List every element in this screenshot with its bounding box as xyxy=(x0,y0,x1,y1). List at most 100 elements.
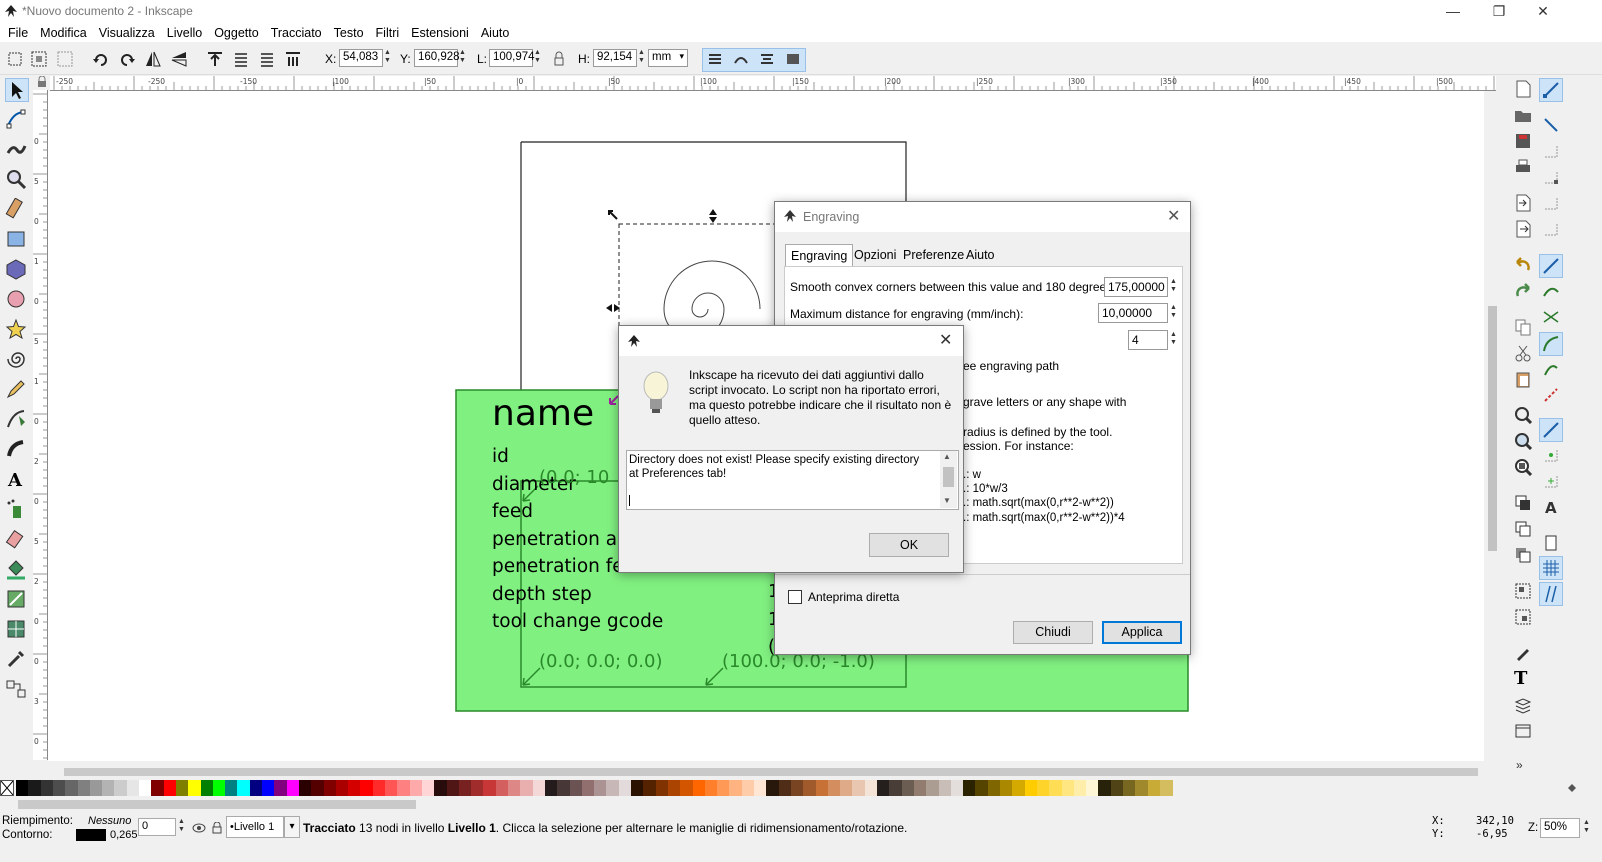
text-font-icon[interactable]: T xyxy=(1514,668,1527,689)
color-swatch[interactable] xyxy=(372,780,386,796)
more-commands-icon[interactable]: » xyxy=(1516,758,1523,772)
paint-bucket-tool[interactable] xyxy=(5,558,27,580)
snap-nodes-toggle[interactable] xyxy=(1539,254,1563,278)
layer-dropdown-chevron-icon[interactable]: ▾ xyxy=(284,816,300,838)
fill-value[interactable]: Nessuno xyxy=(88,815,131,827)
color-swatch[interactable] xyxy=(618,780,632,796)
color-swatch[interactable] xyxy=(1073,780,1087,796)
color-swatch[interactable] xyxy=(889,780,903,796)
color-swatch[interactable] xyxy=(311,780,325,796)
menu-oggetto[interactable]: Oggetto xyxy=(208,24,264,42)
color-swatch[interactable] xyxy=(434,780,448,796)
color-swatch[interactable] xyxy=(1000,780,1013,796)
color-swatch[interactable] xyxy=(754,780,767,796)
calligraphy-tool[interactable] xyxy=(5,438,27,460)
move-gradients-icon[interactable] xyxy=(758,50,776,68)
rotate-ccw-icon[interactable] xyxy=(92,50,110,68)
text-tool[interactable]: A xyxy=(5,468,27,491)
resize-handle-nw[interactable] xyxy=(608,210,618,220)
undo-icon[interactable] xyxy=(1514,256,1532,274)
color-swatch[interactable] xyxy=(495,780,509,796)
color-swatch[interactable] xyxy=(827,780,841,796)
close-button[interactable]: Chiudi xyxy=(1013,621,1093,644)
color-swatch[interactable] xyxy=(335,780,349,796)
menu-tracciato[interactable]: Tracciato xyxy=(265,24,328,42)
pen-tool[interactable] xyxy=(5,408,27,430)
lock-ratio-icon[interactable] xyxy=(550,50,568,68)
palette-menu-icon[interactable] xyxy=(1566,782,1578,794)
new-document-icon[interactable] xyxy=(1514,80,1532,98)
raise-icon[interactable] xyxy=(232,50,250,68)
color-swatch[interactable] xyxy=(1159,780,1173,796)
menu-filtri[interactable]: Filtri xyxy=(370,24,406,42)
layers-icon[interactable] xyxy=(1514,696,1532,714)
scale-corners-icon[interactable] xyxy=(732,50,750,68)
snap-rotation-center-icon[interactable] xyxy=(1542,472,1560,490)
zoom-selection-icon[interactable] xyxy=(1514,406,1532,424)
zoom-spin-arrows[interactable]: ▲ ▼ xyxy=(1582,819,1591,837)
menu-livello[interactable]: Livello xyxy=(161,24,208,42)
opacity-input[interactable]: 0 xyxy=(138,818,176,836)
color-swatch[interactable] xyxy=(950,780,964,796)
x-spin-arrows[interactable]: ▲ ▼ xyxy=(383,49,392,67)
color-swatch[interactable] xyxy=(200,780,214,796)
horizontal-scrollbar[interactable] xyxy=(48,766,1488,778)
color-swatch[interactable] xyxy=(274,780,288,796)
no-paint-swatch-icon[interactable] xyxy=(0,780,14,796)
color-swatch[interactable] xyxy=(385,780,398,796)
copy-icon[interactable] xyxy=(1514,318,1532,336)
color-swatch[interactable] xyxy=(938,780,952,796)
select-all-layers-icon[interactable] xyxy=(30,50,48,68)
color-swatch[interactable] xyxy=(1098,780,1112,796)
width-input[interactable]: 100,974 xyxy=(489,49,535,67)
zoom-page-icon[interactable] xyxy=(1514,458,1532,476)
smooth-corners-input[interactable]: 175,00000 xyxy=(1104,277,1168,297)
color-swatch[interactable] xyxy=(65,780,79,796)
snap-bbox-corner-icon[interactable] xyxy=(1542,168,1560,186)
color-swatch[interactable] xyxy=(877,780,890,796)
select-all-icon[interactable] xyxy=(6,50,24,68)
color-swatch[interactable] xyxy=(163,780,177,796)
color-swatch[interactable] xyxy=(323,780,337,796)
x-input[interactable]: 54,083 xyxy=(339,49,383,67)
color-swatch[interactable] xyxy=(803,780,817,796)
flip-vertical-icon[interactable] xyxy=(170,50,188,68)
color-swatch[interactable] xyxy=(606,780,620,796)
output-scroll-thumb[interactable] xyxy=(943,467,954,487)
gradient-tool[interactable] xyxy=(5,588,27,610)
color-swatch[interactable] xyxy=(729,780,743,796)
print-icon[interactable] xyxy=(1514,158,1532,176)
color-swatch[interactable] xyxy=(594,780,608,796)
output-scrollbar[interactable]: ▲ ▼ xyxy=(940,451,957,508)
open-icon[interactable] xyxy=(1514,106,1532,124)
color-swatch[interactable] xyxy=(249,780,263,796)
color-swatch[interactable] xyxy=(286,780,300,796)
color-swatch[interactable] xyxy=(913,780,927,796)
menu-aiuto[interactable]: Aiuto xyxy=(475,24,516,42)
color-swatch[interactable] xyxy=(766,780,780,796)
opacity-spin-arrows[interactable]: ▲ ▼ xyxy=(177,818,186,836)
cut-icon[interactable] xyxy=(1514,344,1532,362)
color-swatch[interactable] xyxy=(397,780,411,796)
eye-visibility-icon[interactable] xyxy=(192,822,206,834)
group-icon[interactable] xyxy=(1514,582,1532,600)
duplicate-icon[interactable] xyxy=(1514,494,1532,512)
color-swatch[interactable] xyxy=(852,780,866,796)
selector-tool[interactable] xyxy=(5,78,29,102)
color-swatch[interactable] xyxy=(557,780,571,796)
snap-text-baseline-icon[interactable]: A xyxy=(1542,498,1560,516)
unlink-clone-icon[interactable] xyxy=(1514,546,1532,564)
color-swatch[interactable] xyxy=(717,780,731,796)
import-icon[interactable] xyxy=(1514,194,1532,212)
color-swatch[interactable] xyxy=(864,780,878,796)
resize-handle-w[interactable] xyxy=(606,304,620,312)
color-swatch[interactable] xyxy=(840,780,854,796)
tweak-tool[interactable] xyxy=(5,138,27,160)
zoom-drawing-icon[interactable] xyxy=(1514,432,1532,450)
preview-checkbox[interactable] xyxy=(788,590,802,604)
color-swatch[interactable] xyxy=(544,780,558,796)
lower-icon[interactable] xyxy=(258,50,276,68)
height-spin-arrows[interactable]: ▲ ▼ xyxy=(637,49,646,67)
apply-button[interactable]: Applica xyxy=(1102,621,1182,644)
zoom-input[interactable]: 50% xyxy=(1540,818,1580,838)
